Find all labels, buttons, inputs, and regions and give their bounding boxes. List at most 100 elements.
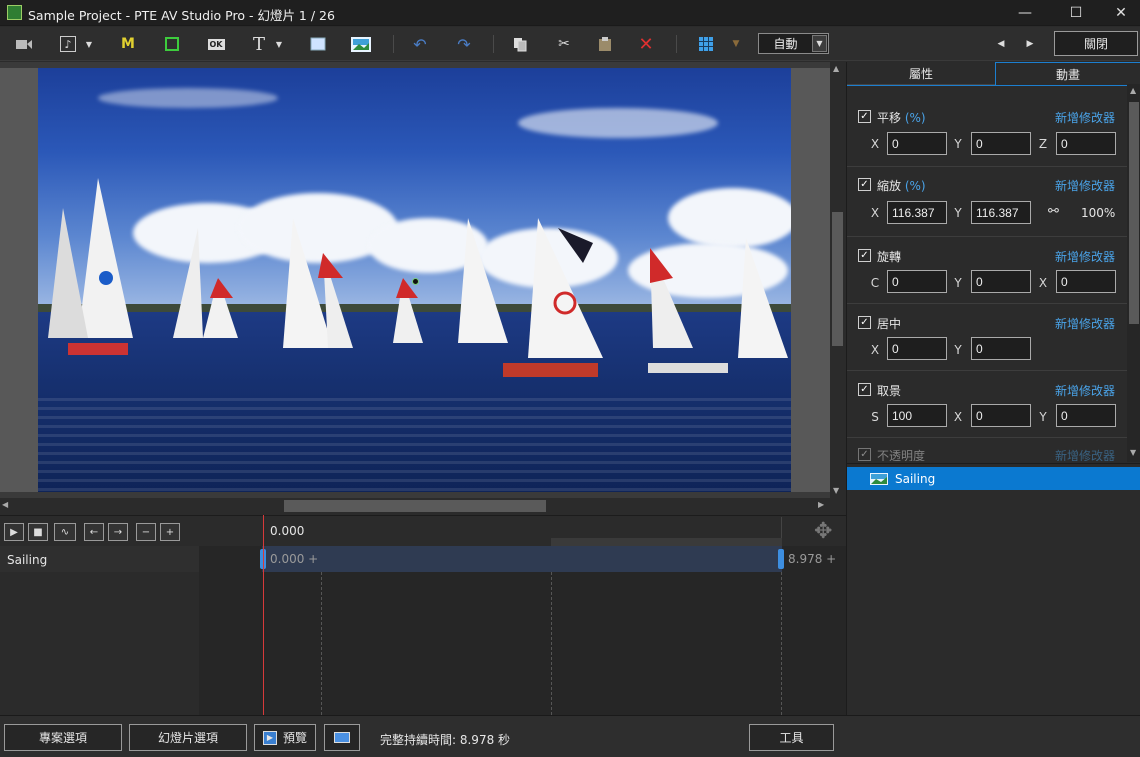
scroll-down-icon[interactable]: ▼: [1130, 448, 1136, 457]
scroll-up-icon[interactable]: ▲: [1130, 86, 1136, 95]
axis-label: S: [871, 410, 879, 424]
opacity-checkbox[interactable]: ✓: [858, 448, 871, 461]
button-object[interactable]: OK: [204, 33, 228, 55]
preview-button[interactable]: ▶ 預覽: [254, 724, 316, 751]
project-options-button[interactable]: 專案選項: [4, 724, 122, 751]
camera-icon[interactable]: [12, 33, 36, 55]
slide-options-button[interactable]: 幻燈片選項: [129, 724, 247, 751]
pan-x-field[interactable]: [887, 132, 947, 155]
delete-icon[interactable]: ✕: [634, 33, 658, 55]
move-icon[interactable]: ✥: [814, 519, 832, 544]
axis-label: X: [870, 137, 880, 151]
rotate-x-field[interactable]: [1056, 270, 1116, 293]
zoom-y-field[interactable]: [971, 201, 1031, 224]
zoom-add-modifier-link[interactable]: 新增修改器: [1055, 177, 1115, 194]
zoom-x-field[interactable]: [887, 201, 947, 224]
crop-x-field[interactable]: [971, 404, 1031, 427]
mode-select[interactable]: 自動 ▼: [758, 33, 829, 54]
frame-icon[interactable]: [160, 33, 184, 55]
rotate-y-field[interactable]: [971, 270, 1031, 293]
minimize-button[interactable]: —: [1002, 0, 1048, 26]
crop-s-field[interactable]: [887, 404, 947, 427]
text-dropdown-icon[interactable]: ▼: [272, 33, 286, 55]
preview-canvas[interactable]: [0, 62, 830, 498]
scroll-thumb[interactable]: [832, 212, 843, 346]
properties-scrollbar[interactable]: ▲ ▼: [1127, 84, 1140, 462]
center-checkbox[interactable]: ✓: [858, 316, 871, 329]
zoom-checkbox[interactable]: ✓: [858, 178, 871, 191]
undo-icon[interactable]: ↶: [408, 33, 432, 55]
prev-slide-icon[interactable]: ◀: [990, 33, 1012, 55]
center-add-modifier-link[interactable]: 新增修改器: [1055, 315, 1115, 332]
scroll-thumb[interactable]: [284, 500, 546, 512]
close-window-button[interactable]: ✕: [1098, 0, 1140, 26]
cut-icon[interactable]: ✂: [552, 33, 576, 55]
crop-add-modifier-link[interactable]: 新增修改器: [1055, 382, 1115, 399]
grid-dropdown-icon[interactable]: ▼: [726, 33, 746, 55]
center-point-marker[interactable]: [412, 278, 419, 285]
tab-animation[interactable]: 動畫: [995, 62, 1140, 85]
layer-list: Sailing: [847, 463, 1140, 715]
publish-button[interactable]: [324, 724, 360, 751]
opacity-section: ✓ 不透明度 新增修改器: [847, 446, 1129, 461]
zoom-ratio: 100%: [1081, 206, 1116, 220]
image-icon: [870, 472, 888, 485]
rectangle-icon[interactable]: [306, 33, 330, 55]
arrow-right-icon[interactable]: →: [108, 523, 128, 541]
paste-icon[interactable]: [593, 33, 617, 55]
tools-button[interactable]: 工具: [749, 724, 834, 751]
image-icon[interactable]: [349, 33, 373, 55]
crop-y-field[interactable]: [1056, 404, 1116, 427]
zoom-in-icon[interactable]: +: [160, 523, 180, 541]
waveform-icon[interactable]: ∿: [54, 523, 76, 541]
pan-y-field[interactable]: [971, 132, 1031, 155]
axis-label: Z: [1038, 137, 1048, 151]
center-x-field[interactable]: [887, 337, 947, 360]
rotate-add-modifier-link[interactable]: 新增修改器: [1055, 248, 1115, 265]
scroll-down-icon[interactable]: ▼: [833, 486, 839, 495]
music-dropdown-icon[interactable]: ▼: [82, 33, 96, 55]
opacity-add-modifier-link[interactable]: 新增修改器: [1055, 447, 1115, 461]
scroll-right-icon[interactable]: ▶: [818, 500, 824, 509]
rotate-checkbox[interactable]: ✓: [858, 249, 871, 262]
text-button[interactable]: T: [247, 33, 271, 55]
maximize-button[interactable]: ☐: [1053, 0, 1099, 26]
center-y-field[interactable]: [971, 337, 1031, 360]
axis-label: Y: [954, 137, 962, 151]
stop-icon[interactable]: ■: [28, 523, 48, 541]
ok-icon: OK: [207, 38, 225, 50]
link-chain-icon[interactable]: ⚯: [1048, 204, 1059, 219]
layer-item[interactable]: Sailing: [847, 467, 1140, 490]
copy-icon[interactable]: [508, 33, 532, 55]
preview-horizontal-scrollbar[interactable]: ◀ ▶: [0, 498, 830, 514]
grid-icon[interactable]: [694, 33, 718, 55]
axis-label: X: [870, 206, 880, 220]
next-slide-icon[interactable]: ▶: [1019, 33, 1041, 55]
pan-add-modifier-link[interactable]: 新增修改器: [1055, 109, 1115, 126]
toolbar: ♪ ▼ M OK T ▼ ↶ ↷ ✂ ✕ ▼ 自動 ▼ ◀ ▶ 關閉: [0, 27, 1140, 61]
play-icon[interactable]: ▶: [4, 523, 24, 541]
marker-button[interactable]: M: [116, 33, 140, 55]
timeline-track[interactable]: Sailing 0.000 + 8.978 +: [0, 515, 846, 715]
playhead[interactable]: [263, 515, 264, 715]
redo-icon[interactable]: ↷: [452, 33, 476, 55]
scroll-thumb[interactable]: [1129, 102, 1139, 324]
rotate-c-field[interactable]: [887, 270, 947, 293]
axis-label: X: [953, 410, 963, 424]
scroll-up-icon[interactable]: ▲: [833, 64, 839, 73]
clip-end-handle[interactable]: [778, 549, 784, 569]
preview-vertical-scrollbar[interactable]: ▲ ▼: [830, 62, 845, 498]
music-button[interactable]: ♪: [56, 33, 80, 55]
close-editor-button[interactable]: 關閉: [1054, 31, 1138, 56]
pan-checkbox[interactable]: ✓: [858, 110, 871, 123]
tab-properties[interactable]: 屬性: [847, 62, 995, 85]
slide-clip[interactable]: [262, 546, 782, 572]
zoom-out-icon[interactable]: −: [136, 523, 156, 541]
play-icon: ▶: [262, 730, 277, 745]
scroll-left-icon[interactable]: ◀: [2, 500, 8, 509]
arrow-left-icon[interactable]: ←: [84, 523, 104, 541]
pan-z-field[interactable]: [1056, 132, 1116, 155]
mode-select-value: 自動: [773, 37, 798, 51]
rotate-label: 旋轉: [877, 250, 902, 264]
crop-checkbox[interactable]: ✓: [858, 383, 871, 396]
